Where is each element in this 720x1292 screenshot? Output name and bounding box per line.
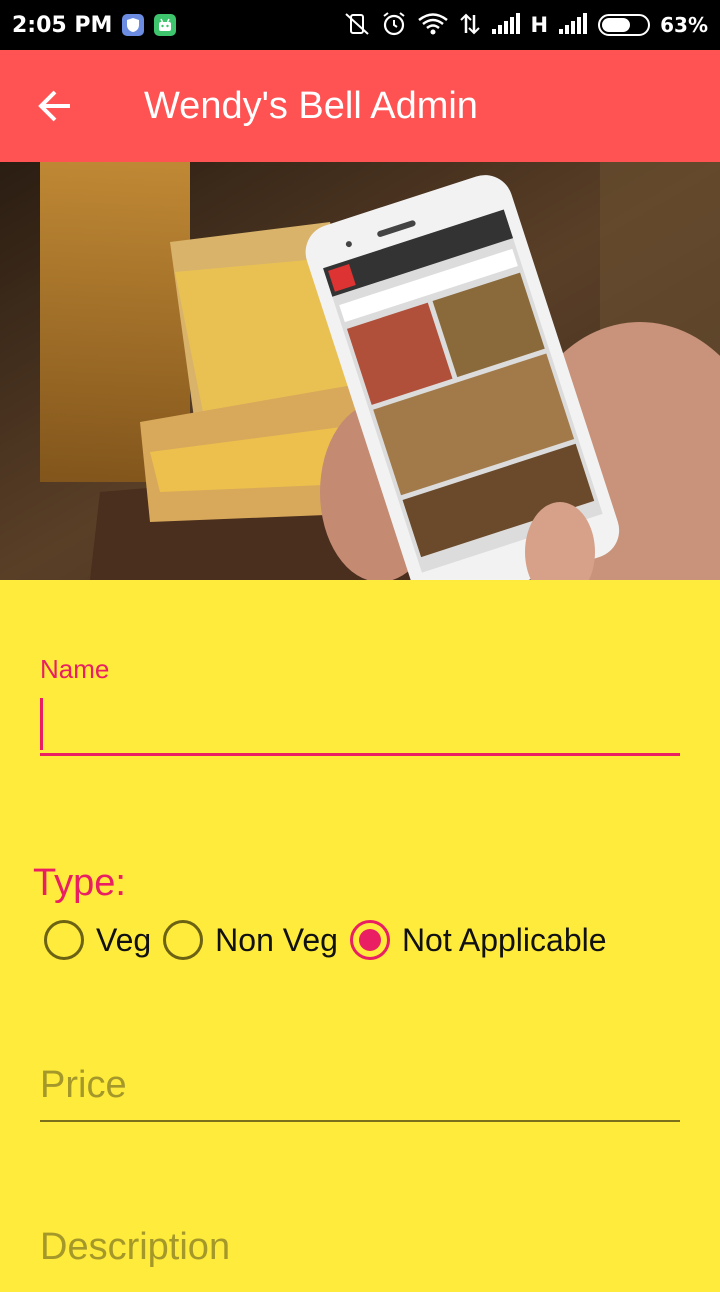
name-label: Name — [40, 654, 110, 684]
radio-label: Veg — [96, 921, 152, 958]
radio-not-applicable[interactable]: Not Applicable — [349, 920, 607, 960]
radio-label: Non Veg — [215, 921, 338, 958]
type-radio-group: Veg Non Veg Not Applicable — [44, 920, 619, 960]
wifi-icon — [417, 12, 449, 39]
hero-image — [0, 162, 720, 580]
description-placeholder: Description — [40, 1226, 231, 1268]
app-bar: Wendy's Bell Admin — [0, 50, 720, 162]
price-placeholder: Price — [40, 1064, 127, 1106]
price-input[interactable]: Price — [40, 1050, 680, 1122]
radio-label: Not Applicable — [401, 921, 607, 958]
battery-icon — [598, 14, 651, 36]
radio-non-veg[interactable]: Non Veg — [163, 920, 338, 960]
text-cursor — [40, 698, 43, 750]
signal-icon-2 — [558, 12, 588, 38]
radio-veg[interactable]: Veg — [44, 920, 151, 960]
type-label: Type: — [33, 862, 126, 904]
network-type: H — [530, 12, 549, 37]
android-icon — [154, 14, 177, 36]
back-arrow-icon — [38, 90, 70, 122]
name-input[interactable] — [40, 692, 680, 756]
page-title: Wendy's Bell Admin — [144, 84, 478, 127]
alarm-icon — [381, 11, 407, 40]
data-arrows-icon — [459, 12, 481, 39]
radio-checked-icon — [349, 920, 390, 960]
radio-unchecked-icon — [163, 920, 204, 960]
mute-icon — [343, 12, 371, 39]
description-input[interactable]: Description — [40, 1212, 680, 1292]
shield-icon — [122, 14, 145, 36]
battery-percent: 63% — [660, 13, 708, 37]
back-button[interactable] — [26, 76, 86, 136]
radio-unchecked-icon — [44, 920, 84, 960]
status-time: 2:05 PM — [12, 12, 113, 38]
signal-icon — [491, 12, 521, 38]
status-bar: 2:05 PM H 63% — [0, 0, 720, 50]
